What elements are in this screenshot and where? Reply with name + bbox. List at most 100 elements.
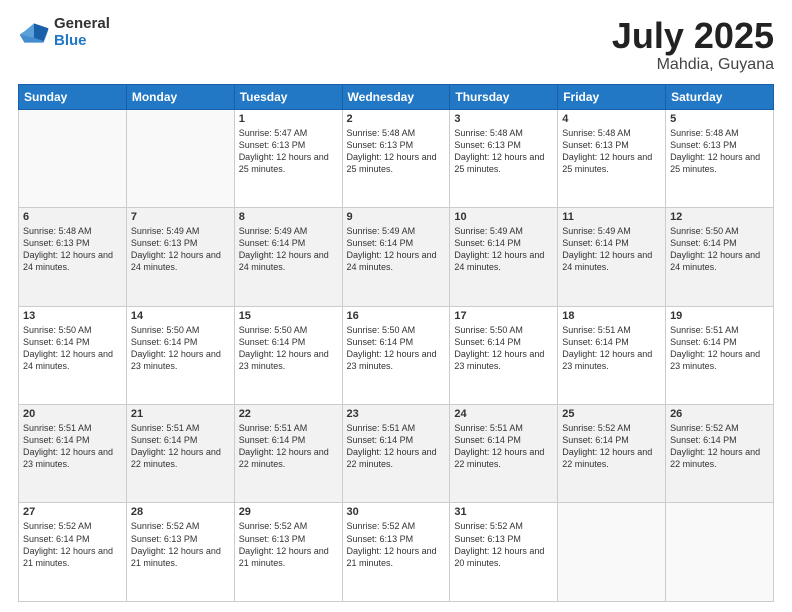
day-info: Sunrise: 5:50 AM Sunset: 6:14 PM Dayligh… bbox=[454, 324, 553, 373]
logo-general: General bbox=[54, 16, 110, 33]
day-info: Sunrise: 5:52 AM Sunset: 6:13 PM Dayligh… bbox=[131, 520, 230, 569]
calendar-cell bbox=[19, 109, 127, 207]
calendar-cell bbox=[126, 109, 234, 207]
day-number: 29 bbox=[239, 506, 338, 518]
day-info: Sunrise: 5:49 AM Sunset: 6:14 PM Dayligh… bbox=[239, 225, 338, 274]
day-number: 24 bbox=[454, 408, 553, 420]
day-info: Sunrise: 5:51 AM Sunset: 6:14 PM Dayligh… bbox=[562, 324, 661, 373]
day-number: 7 bbox=[131, 211, 230, 223]
day-number: 15 bbox=[239, 310, 338, 322]
logo-icon bbox=[18, 19, 50, 47]
calendar-cell: 12 Sunrise: 5:50 AM Sunset: 6:14 PM Dayli… bbox=[666, 208, 774, 306]
day-info: Sunrise: 5:50 AM Sunset: 6:14 PM Dayligh… bbox=[131, 324, 230, 373]
calendar-cell bbox=[666, 503, 774, 602]
calendar-cell: 30 Sunrise: 5:52 AM Sunset: 6:13 PM Dayli… bbox=[342, 503, 450, 602]
day-number: 28 bbox=[131, 506, 230, 518]
calendar-cell: 4 Sunrise: 5:48 AM Sunset: 6:13 PM Daylig… bbox=[558, 109, 666, 207]
day-info: Sunrise: 5:51 AM Sunset: 6:14 PM Dayligh… bbox=[347, 422, 446, 471]
calendar-cell: 27 Sunrise: 5:52 AM Sunset: 6:14 PM Dayli… bbox=[19, 503, 127, 602]
day-number: 25 bbox=[562, 408, 661, 420]
day-info: Sunrise: 5:49 AM Sunset: 6:13 PM Dayligh… bbox=[131, 225, 230, 274]
day-number: 13 bbox=[23, 310, 122, 322]
calendar-cell: 2 Sunrise: 5:48 AM Sunset: 6:13 PM Daylig… bbox=[342, 109, 450, 207]
day-number: 14 bbox=[131, 310, 230, 322]
calendar-cell: 22 Sunrise: 5:51 AM Sunset: 6:14 PM Dayli… bbox=[234, 405, 342, 503]
day-info: Sunrise: 5:50 AM Sunset: 6:14 PM Dayligh… bbox=[670, 225, 769, 274]
day-info: Sunrise: 5:48 AM Sunset: 6:13 PM Dayligh… bbox=[347, 127, 446, 176]
day-number: 22 bbox=[239, 408, 338, 420]
day-number: 23 bbox=[347, 408, 446, 420]
calendar-cell: 31Sunrise: 5:52 AM Sunset: 6:13 PM Dayli… bbox=[450, 503, 558, 602]
day-number: 6 bbox=[23, 211, 122, 223]
calendar-week-row-1: 1Sunrise: 5:47 AM Sunset: 6:13 PM Daylig… bbox=[19, 109, 774, 207]
header-wednesday: Wednesday bbox=[342, 84, 450, 109]
header: General Blue July 2025 Mahdia, Guyana bbox=[18, 16, 774, 74]
page: General Blue July 2025 Mahdia, Guyana Su… bbox=[0, 0, 792, 612]
calendar-cell: 9 Sunrise: 5:49 AM Sunset: 6:14 PM Daylig… bbox=[342, 208, 450, 306]
day-number: 3 bbox=[454, 113, 553, 125]
title-month: July 2025 bbox=[612, 16, 774, 56]
day-number: 4 bbox=[562, 113, 661, 125]
day-info: Sunrise: 5:51 AM Sunset: 6:14 PM Dayligh… bbox=[23, 422, 122, 471]
weekday-header-row: Sunday Monday Tuesday Wednesday Thursday… bbox=[19, 84, 774, 109]
day-info: Sunrise: 5:51 AM Sunset: 6:14 PM Dayligh… bbox=[239, 422, 338, 471]
title-block: July 2025 Mahdia, Guyana bbox=[612, 16, 774, 74]
day-info: Sunrise: 5:52 AM Sunset: 6:14 PM Dayligh… bbox=[23, 520, 122, 569]
calendar-week-row-3: 13 Sunrise: 5:50 AM Sunset: 6:14 PM Dayli… bbox=[19, 306, 774, 404]
day-info: Sunrise: 5:52 AM Sunset: 6:13 PM Dayligh… bbox=[239, 520, 338, 569]
day-info: Sunrise: 5:50 AM Sunset: 6:14 PM Dayligh… bbox=[239, 324, 338, 373]
day-info: Sunrise: 5:51 AM Sunset: 6:14 PM Dayligh… bbox=[131, 422, 230, 471]
calendar-cell: 8 Sunrise: 5:49 AM Sunset: 6:14 PM Daylig… bbox=[234, 208, 342, 306]
calendar-cell: 24Sunrise: 5:51 AM Sunset: 6:14 PM Dayli… bbox=[450, 405, 558, 503]
calendar-cell bbox=[558, 503, 666, 602]
day-info: Sunrise: 5:49 AM Sunset: 6:14 PM Dayligh… bbox=[347, 225, 446, 274]
header-tuesday: Tuesday bbox=[234, 84, 342, 109]
calendar-cell: 21 Sunrise: 5:51 AM Sunset: 6:14 PM Dayli… bbox=[126, 405, 234, 503]
calendar-cell: 25 Sunrise: 5:52 AM Sunset: 6:14 PM Dayli… bbox=[558, 405, 666, 503]
day-number: 21 bbox=[131, 408, 230, 420]
calendar-cell: 16Sunrise: 5:50 AM Sunset: 6:14 PM Dayli… bbox=[342, 306, 450, 404]
calendar-cell: 18 Sunrise: 5:51 AM Sunset: 6:14 PM Dayli… bbox=[558, 306, 666, 404]
day-number: 19 bbox=[670, 310, 769, 322]
day-number: 12 bbox=[670, 211, 769, 223]
day-number: 9 bbox=[347, 211, 446, 223]
day-info: Sunrise: 5:48 AM Sunset: 6:13 PM Dayligh… bbox=[562, 127, 661, 176]
day-info: Sunrise: 5:52 AM Sunset: 6:13 PM Dayligh… bbox=[347, 520, 446, 569]
header-thursday: Thursday bbox=[450, 84, 558, 109]
header-saturday: Saturday bbox=[666, 84, 774, 109]
calendar-cell: 6 Sunrise: 5:48 AM Sunset: 6:13 PM Daylig… bbox=[19, 208, 127, 306]
day-info: Sunrise: 5:52 AM Sunset: 6:14 PM Dayligh… bbox=[670, 422, 769, 471]
calendar-table: Sunday Monday Tuesday Wednesday Thursday… bbox=[18, 84, 774, 602]
day-info: Sunrise: 5:52 AM Sunset: 6:13 PM Dayligh… bbox=[454, 520, 553, 569]
day-info: Sunrise: 5:48 AM Sunset: 6:13 PM Dayligh… bbox=[670, 127, 769, 176]
title-location: Mahdia, Guyana bbox=[612, 56, 774, 74]
day-number: 2 bbox=[347, 113, 446, 125]
day-number: 8 bbox=[239, 211, 338, 223]
day-info: Sunrise: 5:52 AM Sunset: 6:14 PM Dayligh… bbox=[562, 422, 661, 471]
logo: General Blue bbox=[18, 16, 110, 49]
day-info: Sunrise: 5:48 AM Sunset: 6:13 PM Dayligh… bbox=[23, 225, 122, 274]
calendar-cell: 26 Sunrise: 5:52 AM Sunset: 6:14 PM Dayli… bbox=[666, 405, 774, 503]
header-sunday: Sunday bbox=[19, 84, 127, 109]
calendar-week-row-5: 27 Sunrise: 5:52 AM Sunset: 6:14 PM Dayli… bbox=[19, 503, 774, 602]
day-number: 26 bbox=[670, 408, 769, 420]
day-number: 18 bbox=[562, 310, 661, 322]
calendar-cell: 23 Sunrise: 5:51 AM Sunset: 6:14 PM Dayli… bbox=[342, 405, 450, 503]
calendar-cell: 14 Sunrise: 5:50 AM Sunset: 6:14 PM Dayli… bbox=[126, 306, 234, 404]
calendar-cell: 17 Sunrise: 5:50 AM Sunset: 6:14 PM Dayli… bbox=[450, 306, 558, 404]
day-info: Sunrise: 5:49 AM Sunset: 6:14 PM Dayligh… bbox=[454, 225, 553, 274]
logo-blue: Blue bbox=[54, 33, 110, 50]
day-number: 17 bbox=[454, 310, 553, 322]
day-number: 5 bbox=[670, 113, 769, 125]
calendar-cell: 3Sunrise: 5:48 AM Sunset: 6:13 PM Daylig… bbox=[450, 109, 558, 207]
calendar-cell: 5 Sunrise: 5:48 AM Sunset: 6:13 PM Daylig… bbox=[666, 109, 774, 207]
calendar-cell: 11Sunrise: 5:49 AM Sunset: 6:14 PM Dayli… bbox=[558, 208, 666, 306]
calendar-cell: 29 Sunrise: 5:52 AM Sunset: 6:13 PM Dayli… bbox=[234, 503, 342, 602]
header-monday: Monday bbox=[126, 84, 234, 109]
day-number: 27 bbox=[23, 506, 122, 518]
day-info: Sunrise: 5:51 AM Sunset: 6:14 PM Dayligh… bbox=[670, 324, 769, 373]
calendar-week-row-4: 20Sunrise: 5:51 AM Sunset: 6:14 PM Dayli… bbox=[19, 405, 774, 503]
calendar-cell: 1Sunrise: 5:47 AM Sunset: 6:13 PM Daylig… bbox=[234, 109, 342, 207]
calendar-cell: 10Sunrise: 5:49 AM Sunset: 6:14 PM Dayli… bbox=[450, 208, 558, 306]
day-number: 30 bbox=[347, 506, 446, 518]
